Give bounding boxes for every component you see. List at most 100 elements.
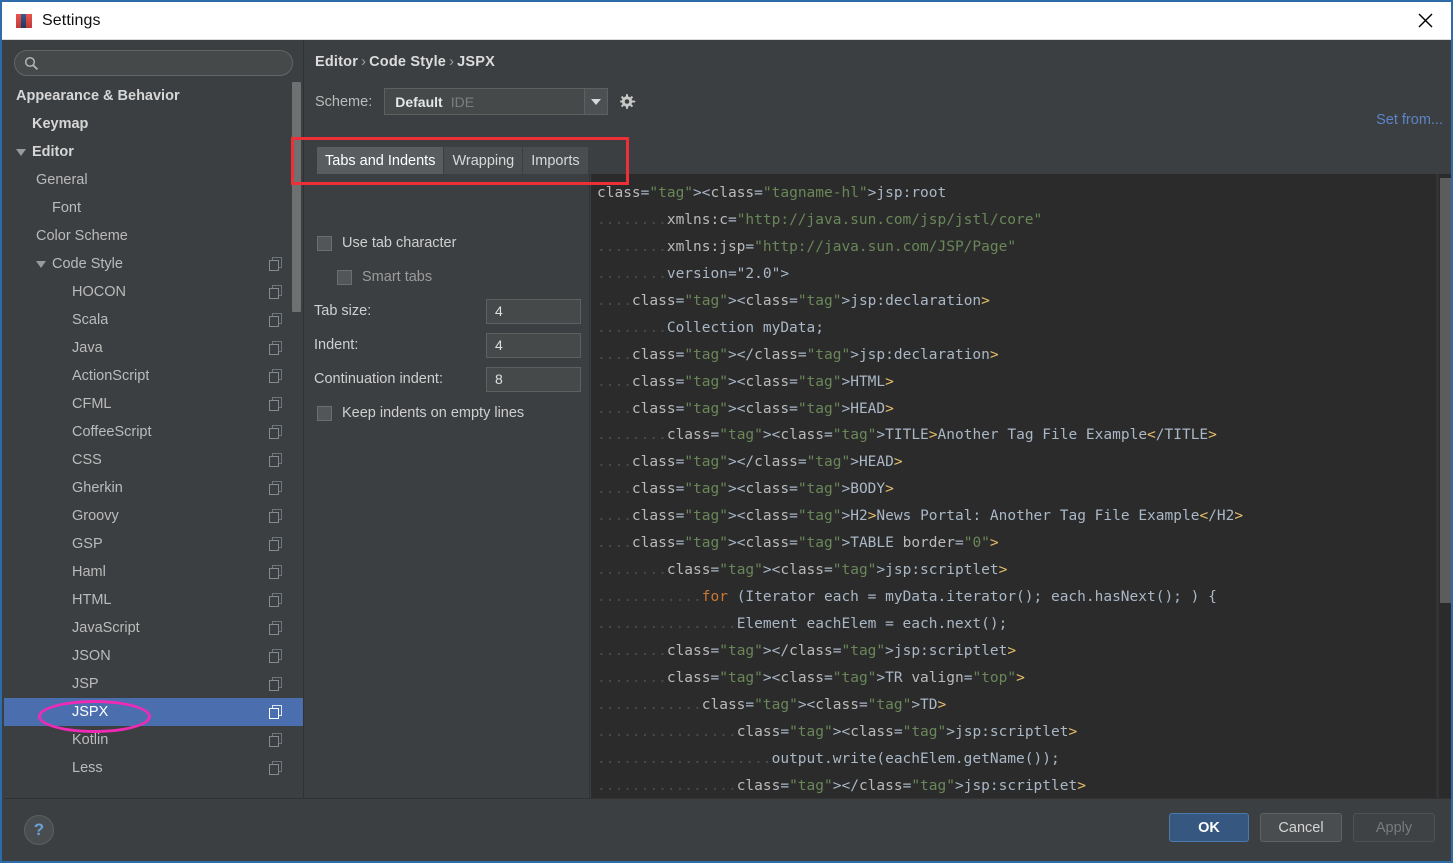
sidebar-item-label: JSON [72,648,111,664]
sidebar-item-gsp[interactable]: GSP [4,530,303,558]
scheme-value: Default [395,93,443,110]
copy-scheme-icon[interactable] [269,705,283,719]
smart-tabs-label: Smart tabs [362,269,433,285]
scheme-dropdown[interactable]: Default IDE [384,88,609,115]
sidebar-item-label: Haml [72,564,106,580]
sidebar-item-label: CSS [72,452,102,468]
code-line: ............class="tag"><class="tag">TD> [597,696,947,713]
preview-scrollbar-thumb[interactable] [1440,178,1451,603]
set-from-link[interactable]: Set from... [1376,112,1443,128]
sidebar-item-label: HOCON [72,284,126,300]
copy-scheme-icon[interactable] [269,369,283,383]
sidebar-item-less[interactable]: Less [4,754,303,782]
copy-scheme-icon[interactable] [269,481,283,495]
copy-scheme-icon[interactable] [269,621,283,635]
breadcrumb-part: Code Style [369,54,447,70]
copy-scheme-icon[interactable] [269,761,283,775]
copy-scheme-icon[interactable] [269,565,283,579]
settings-tree: Appearance & Behavior Keymap Editor General… [4,82,303,782]
sidebar-item-java[interactable]: Java [4,334,303,362]
sidebar-item-actionscript[interactable]: ActionScript [4,362,303,390]
copy-scheme-icon[interactable] [269,677,283,691]
code-preview-panel[interactable]: class="tag"><class="tagname-hl">jsp:root… [591,174,1451,802]
sidebar-item-jspx[interactable]: JSPX [4,698,303,726]
sidebar-item-groovy[interactable]: Groovy [4,502,303,530]
keep-indents-row[interactable]: Keep indents on empty lines [305,396,589,430]
search-input[interactable] [39,55,292,71]
indent-label: Indent: [314,337,359,353]
sidebar-item-editor[interactable]: Editor [4,138,303,166]
code-line: ....class="tag"><class="tag">HEAD> [597,400,894,417]
apply-button[interactable]: Apply [1353,813,1435,842]
continuation-indent-input[interactable] [486,366,581,392]
sidebar-scrollbar-thumb[interactable] [292,82,301,312]
sidebar-item-code-style[interactable]: Code Style [4,250,303,278]
chevron-down-icon[interactable] [584,89,608,114]
sidebar-item-general[interactable]: General [4,166,303,194]
sidebar-item-coffeescript[interactable]: CoffeeScript [4,418,303,446]
help-icon[interactable]: ? [24,815,54,845]
sidebar-item-json[interactable]: JSON [4,642,303,670]
copy-scheme-icon[interactable] [269,593,283,607]
search-box[interactable] [14,50,293,76]
sidebar-item-font[interactable]: Font [4,194,303,222]
sidebar-item-appearance-behavior[interactable]: Appearance & Behavior [4,82,303,110]
tab-wrapping[interactable]: Wrapping [444,147,524,174]
copy-scheme-icon[interactable] [269,313,283,327]
copy-scheme-icon[interactable] [269,425,283,439]
breadcrumb-separator: › [449,54,455,70]
sidebar-item-javascript[interactable]: JavaScript [4,614,303,642]
sidebar-item-label: CoffeeScript [72,424,152,440]
tab-imports[interactable]: Imports [523,147,589,174]
sidebar-item-label: Less [72,760,103,776]
tab-size-input[interactable] [486,298,581,324]
copy-scheme-icon[interactable] [269,509,283,523]
sidebar-item-css[interactable]: CSS [4,446,303,474]
copy-scheme-icon[interactable] [269,733,283,747]
close-icon[interactable] [1399,2,1451,39]
sidebar-item-cfml[interactable]: CFML [4,390,303,418]
sidebar-item-html[interactable]: HTML [4,586,303,614]
use-tab-character-checkbox[interactable] [317,235,332,251]
copy-scheme-icon[interactable] [269,453,283,467]
keep-indents-checkbox[interactable] [317,405,332,421]
copy-scheme-icon[interactable] [269,649,283,663]
code-line: ....class="tag"><class="tag">jsp:declara… [597,292,990,309]
sidebar-item-hocon[interactable]: HOCON [4,278,303,306]
chevron-down-icon[interactable] [16,147,27,158]
sidebar-item-gherkin[interactable]: Gherkin [4,474,303,502]
copy-scheme-icon[interactable] [269,257,283,271]
code-line: ........version="2.0"> [597,265,790,282]
sidebar-item-jsp[interactable]: JSP [4,670,303,698]
smart-tabs-checkbox[interactable] [337,269,352,285]
sidebar-item-color-scheme[interactable]: Color Scheme [4,222,303,250]
copy-scheme-icon[interactable] [269,537,283,551]
smart-tabs-row[interactable]: Smart tabs [305,260,589,294]
copy-scheme-icon[interactable] [269,341,283,355]
use-tab-character-row[interactable]: Use tab character [305,226,589,260]
cancel-button[interactable]: Cancel [1260,813,1342,842]
indent-input[interactable] [486,332,581,358]
sidebar-item-keymap[interactable]: Keymap [4,110,303,138]
sidebar-item-haml[interactable]: Haml [4,558,303,586]
tab-tabs-and-indents[interactable]: Tabs and Indents [317,147,445,174]
copy-scheme-icon[interactable] [269,285,283,299]
sidebar-item-scala[interactable]: Scala [4,306,303,334]
window-title: Settings [42,11,101,29]
breadcrumb-separator: › [361,54,367,70]
ok-button[interactable]: OK [1169,813,1249,842]
chevron-down-icon[interactable] [36,259,47,270]
tab-size-label: Tab size: [314,303,372,319]
copy-scheme-icon[interactable] [269,397,283,411]
sidebar-item-kotlin[interactable]: Kotlin [4,726,303,754]
gear-icon[interactable] [619,90,645,114]
sidebar-item-label: Keymap [32,116,89,132]
